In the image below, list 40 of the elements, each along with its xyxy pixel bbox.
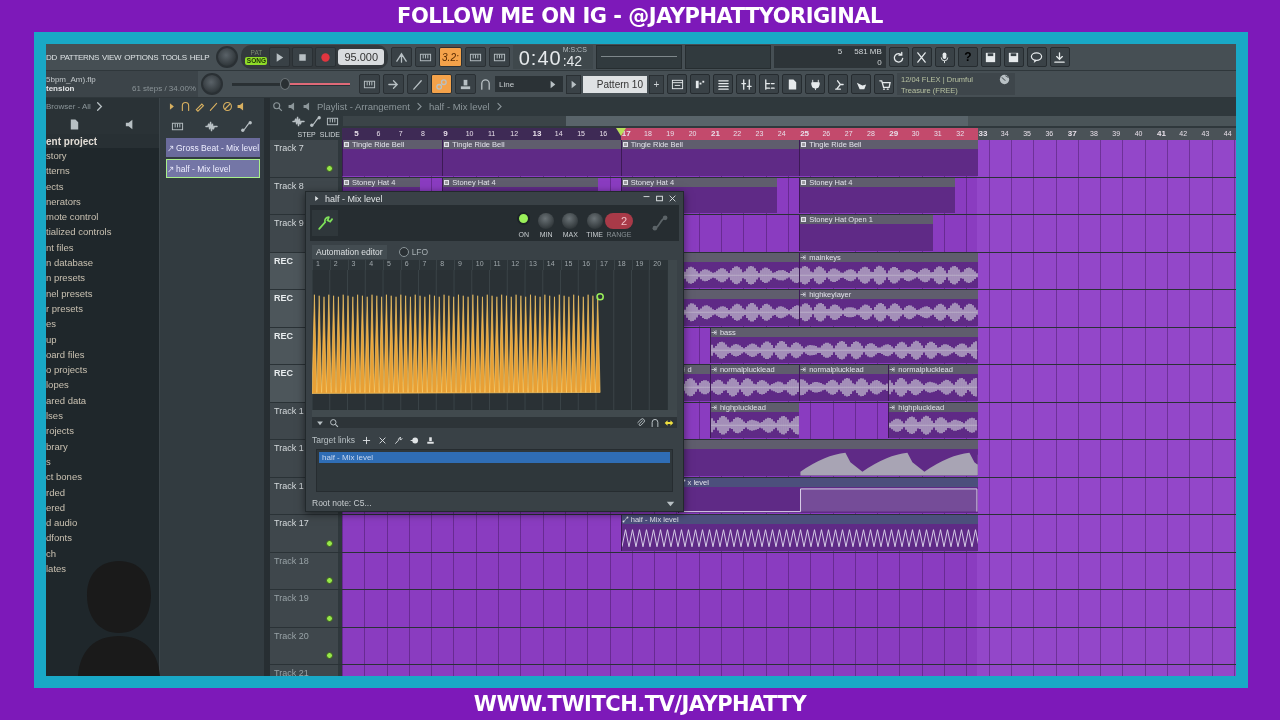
track-name: Track 1 [274, 443, 304, 453]
track-name: Track 17 [274, 518, 309, 528]
time-value: 0:40 [518, 47, 562, 69]
track-name: Track 1 [274, 405, 304, 416]
cpu-value: 5 [836, 47, 843, 56]
bar-number: 21 [710, 128, 720, 140]
banner-text: FOLLOW ME ON IG - @JAYPHATTYORIGINAL [396, 3, 884, 30]
memory-value: 581 MB [854, 47, 882, 56]
bar-number: 9 [443, 128, 448, 140]
bar-number: 13 [532, 128, 542, 140]
track-name: REC [274, 368, 293, 378]
bar-number: 17 [621, 128, 631, 140]
bar-number: 25 [800, 128, 810, 140]
snap-value: Line [499, 79, 515, 89]
bar-number: 41 [1156, 128, 1166, 140]
time-centiseconds: :42 [562, 53, 583, 69]
browser-title: Browser - All [46, 101, 91, 111]
bar-number: 37 [1067, 128, 1077, 140]
bar-number: 33 [978, 128, 988, 140]
track-name: Track 19 [274, 593, 309, 603]
track-name: REC [274, 293, 293, 303]
project-file: 5bpm_Am).flp [46, 75, 97, 84]
track-name: Track 1 [274, 480, 304, 491]
track-name: Track 21 [274, 668, 309, 676]
lfo-label: LFO [411, 247, 429, 258]
bar-number: 5 [354, 128, 359, 140]
track-name: Track 9 [274, 218, 304, 228]
picker-item-label: half - Mix level [176, 163, 231, 174]
hint-text: tension [46, 84, 76, 93]
track-name: Track 7 [274, 143, 304, 153]
track-name: Track 18 [274, 555, 309, 566]
polyphony-value: 0 [876, 58, 882, 67]
track-name: Track 8 [274, 180, 304, 191]
track-name: REC [274, 330, 293, 341]
picker-item-label: Gross Beat - Mix level [176, 142, 260, 153]
track-name: REC [274, 255, 293, 266]
track-name: Track 20 [274, 630, 309, 641]
steps-text: 61 steps / 34.00% [131, 84, 196, 93]
banner-text: WWW.TWITCH.TV/JAYPHATTY [472, 691, 808, 718]
bar-number: 29 [889, 128, 899, 140]
